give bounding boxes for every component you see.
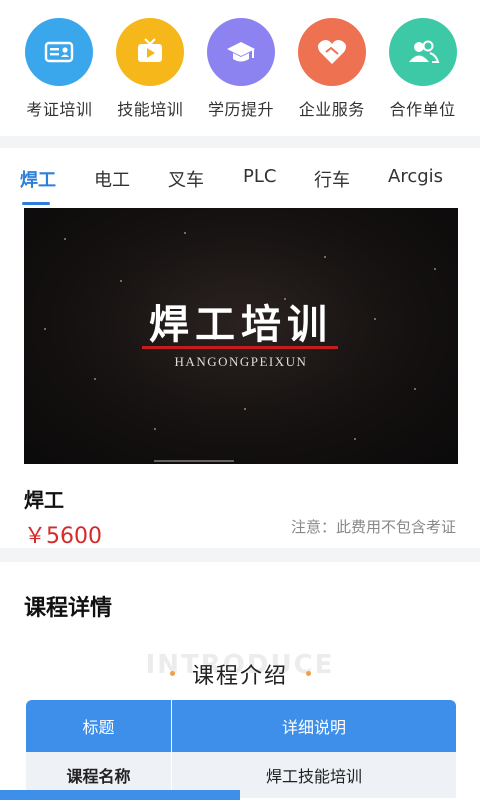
video-progress-bar[interactable] (154, 460, 234, 462)
category-label: 学历提升 (207, 100, 274, 119)
category-label: 考证培训 (26, 100, 93, 119)
course-card: 焊工 电工 叉车 PLC 行车 Arcgis 焊工培训 HANGONGPEIXU… (0, 148, 480, 549)
course-price: ￥5600 (24, 524, 102, 549)
details-heading: 课程详情 (24, 596, 113, 621)
category-label: 企业服务 (298, 100, 365, 119)
course-video[interactable]: 焊工培训 HANGONGPEIXUN (24, 208, 458, 464)
details-table: 标题 详细说明 课程名称 焊工技能培训 (26, 700, 456, 798)
course-tabs: 焊工 电工 叉车 PLC 行车 Arcgis (0, 148, 480, 208)
category-label: 技能培训 (117, 100, 184, 119)
category-qiye[interactable]: 企业服务 (286, 18, 377, 120)
tab-hangong[interactable]: 焊工 (20, 166, 56, 192)
table-header: 标题 详细说明 (26, 700, 456, 752)
tab-xingche[interactable]: 行车 (314, 166, 350, 192)
category-label: 合作单位 (389, 100, 456, 119)
category-row: 考证培训 技能培训 学历提升 企业服务 合作单位 (0, 18, 480, 120)
tab-diangong[interactable]: 电工 (94, 166, 130, 192)
price-note: 注意：此费用不包含考证 (290, 518, 456, 536)
intro-right-dot (306, 671, 311, 676)
category-jineng[interactable]: 技能培训 (105, 18, 196, 120)
category-hezuo[interactable]: 合作单位 (377, 18, 468, 120)
table-header-description: 详细说明 (281, 718, 346, 737)
active-tab-indicator (22, 202, 50, 205)
category-xueli[interactable]: 学历提升 (196, 18, 287, 120)
tab-plc[interactable]: PLC (243, 166, 276, 187)
video-title-underline (142, 346, 338, 349)
video-title: 焊工培训 (149, 301, 333, 348)
people-icon (388, 18, 457, 86)
video-subtitle: HANGONGPEIXUN (174, 354, 308, 369)
category-panel: 考证培训 技能培训 学历提升 企业服务 合作单位 (0, 0, 480, 136)
intro-header: INTRODUCE 课程介绍 (0, 648, 480, 689)
handshake-heart-icon (297, 18, 366, 86)
id-card-icon (25, 18, 94, 86)
tab-chache[interactable]: 叉车 (168, 166, 204, 192)
intro-title: 课程介绍 (191, 664, 288, 689)
bottom-indicator (0, 790, 240, 800)
table-header-title: 标题 (26, 700, 172, 752)
tv-play-icon (116, 18, 185, 86)
category-kaozheng[interactable]: 考证培训 (14, 18, 105, 120)
tab-arcgis[interactable]: Arcgis (388, 166, 443, 187)
course-name: 焊工 (24, 488, 64, 512)
course-details: 课程详情 INTRODUCE 课程介绍 标题 详细说明 课程名称 焊工技能培训 (0, 562, 480, 800)
graduation-cap-icon (206, 18, 275, 86)
